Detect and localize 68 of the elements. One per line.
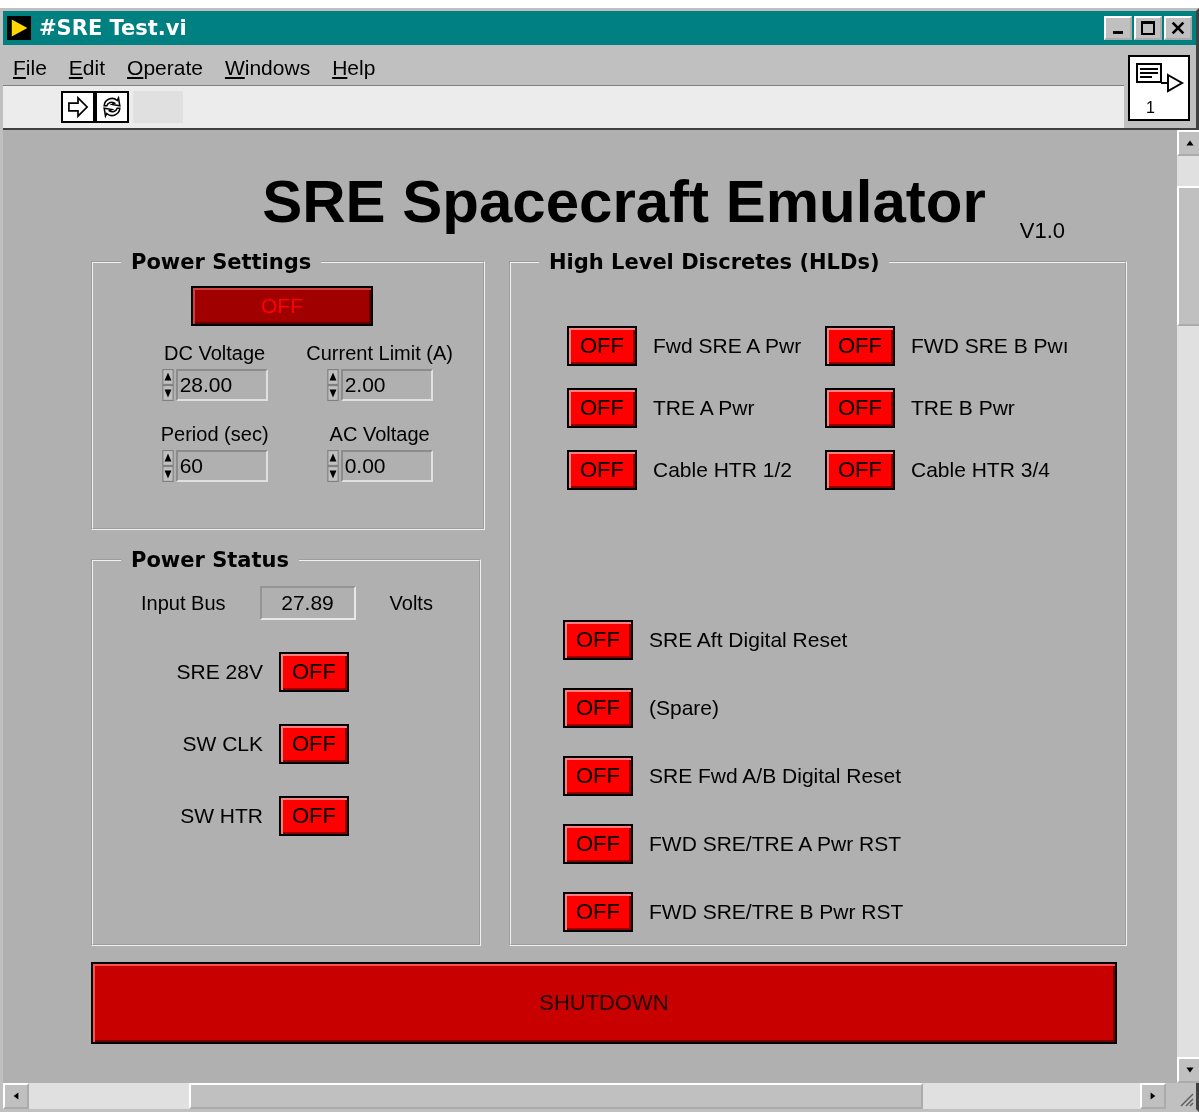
hld-label: Fwd SRE A Pwr bbox=[653, 334, 802, 358]
hld-label: TRE B Pwr bbox=[911, 396, 1015, 420]
version-label: V1.0 bbox=[1019, 218, 1065, 244]
menu-item[interactable]: Operate bbox=[127, 56, 203, 80]
group-title: High Level Discretes (HLDs) bbox=[548, 250, 881, 274]
spinner-icon[interactable] bbox=[326, 369, 339, 401]
spinner-icon[interactable] bbox=[161, 450, 174, 482]
status-button[interactable]: OFF bbox=[279, 724, 349, 764]
hld-toggle-button[interactable]: OFF bbox=[563, 620, 633, 660]
hld-label: (Spare) bbox=[649, 696, 720, 720]
hld-label: SRE Fwd A/B Digital Reset bbox=[649, 764, 902, 788]
unit-label: Volts bbox=[389, 591, 433, 615]
hld-toggle-button[interactable]: OFF bbox=[825, 450, 895, 490]
spinner-icon[interactable] bbox=[161, 369, 174, 401]
hld-toggle-button[interactable]: OFF bbox=[825, 388, 895, 428]
hld-toggle-button[interactable]: OFF bbox=[563, 688, 633, 728]
close-icon bbox=[1170, 20, 1186, 36]
run-button[interactable] bbox=[61, 91, 95, 123]
indicator-label: SW CLK bbox=[182, 732, 263, 756]
size-grip-icon[interactable] bbox=[1178, 1091, 1194, 1107]
group-title: Power Status bbox=[130, 548, 290, 572]
numeric-field[interactable]: 2.00 bbox=[340, 369, 433, 401]
hld-toggle-button[interactable]: OFF bbox=[563, 756, 633, 796]
menu-item[interactable]: Edit bbox=[68, 56, 106, 80]
hld-label: Cable HTR 3/4 bbox=[911, 458, 1050, 482]
status-button[interactable]: OFF bbox=[279, 652, 349, 692]
hld-label: Cable HTR 1/2 bbox=[653, 458, 792, 482]
control-label: Period (sec) bbox=[160, 423, 269, 446]
run-continuously-button[interactable] bbox=[95, 91, 129, 123]
window-title: #SRE Test.vi bbox=[39, 16, 188, 40]
hld-toggle-button[interactable]: OFF bbox=[567, 450, 637, 490]
hld-label: FWD SRE/TRE B Pwr RST bbox=[649, 900, 904, 924]
spinner-icon[interactable] bbox=[326, 450, 339, 482]
menu-item[interactable]: Help bbox=[332, 56, 376, 80]
menu-item[interactable]: File bbox=[13, 56, 47, 80]
control-label: Current Limit (A) bbox=[306, 342, 453, 365]
minimize-icon bbox=[1113, 31, 1123, 34]
input-bus-label: Input Bus bbox=[141, 591, 226, 615]
numeric-field[interactable]: 0.00 bbox=[340, 450, 433, 482]
shutdown-button[interactable]: SHUTDOWN bbox=[91, 962, 1117, 1044]
group-title: Power Settings bbox=[130, 250, 313, 274]
hld-toggle-button[interactable]: OFF bbox=[825, 326, 895, 366]
vertical-scrollbar[interactable] bbox=[1177, 130, 1199, 1083]
numeric-field[interactable]: 60 bbox=[175, 450, 268, 482]
terminal-number: 1 bbox=[1146, 99, 1155, 117]
indicator-label: SRE 28V bbox=[176, 660, 263, 684]
hld-toggle-button[interactable]: OFF bbox=[567, 388, 637, 428]
hld-label: FWD SRE/TRE A Pwr RST bbox=[649, 832, 902, 856]
hld-label: SRE Aft Digital Reset bbox=[649, 628, 848, 652]
control-label: DC Voltage bbox=[164, 342, 266, 365]
indicator-label: SW HTR bbox=[180, 804, 263, 828]
menu-item[interactable]: Windows bbox=[224, 56, 311, 80]
minimize-button[interactable] bbox=[1104, 16, 1132, 40]
control-label: AC Voltage bbox=[329, 423, 430, 446]
panel-heading: SRE Spacecraft Emulator bbox=[262, 167, 986, 236]
close-button[interactable] bbox=[1164, 16, 1192, 40]
scroll-thumb[interactable] bbox=[1177, 186, 1199, 326]
numeric-indicator: 27.89 bbox=[259, 586, 356, 620]
horizontal-scrollbar[interactable] bbox=[3, 1083, 1166, 1109]
hld-label: TRE A Pwr bbox=[653, 396, 755, 420]
numeric-field[interactable]: 28.00 bbox=[175, 369, 268, 401]
hld-toggle-button[interactable]: OFF bbox=[563, 892, 633, 932]
maximize-icon bbox=[1140, 20, 1156, 36]
hld-toggle-button[interactable]: OFF bbox=[567, 326, 637, 366]
hld-label: FWD SRE B Pwı bbox=[911, 334, 1069, 358]
status-button[interactable]: OFF bbox=[279, 796, 349, 836]
maximize-button[interactable] bbox=[1134, 16, 1162, 40]
hld-toggle-button[interactable]: OFF bbox=[563, 824, 633, 864]
